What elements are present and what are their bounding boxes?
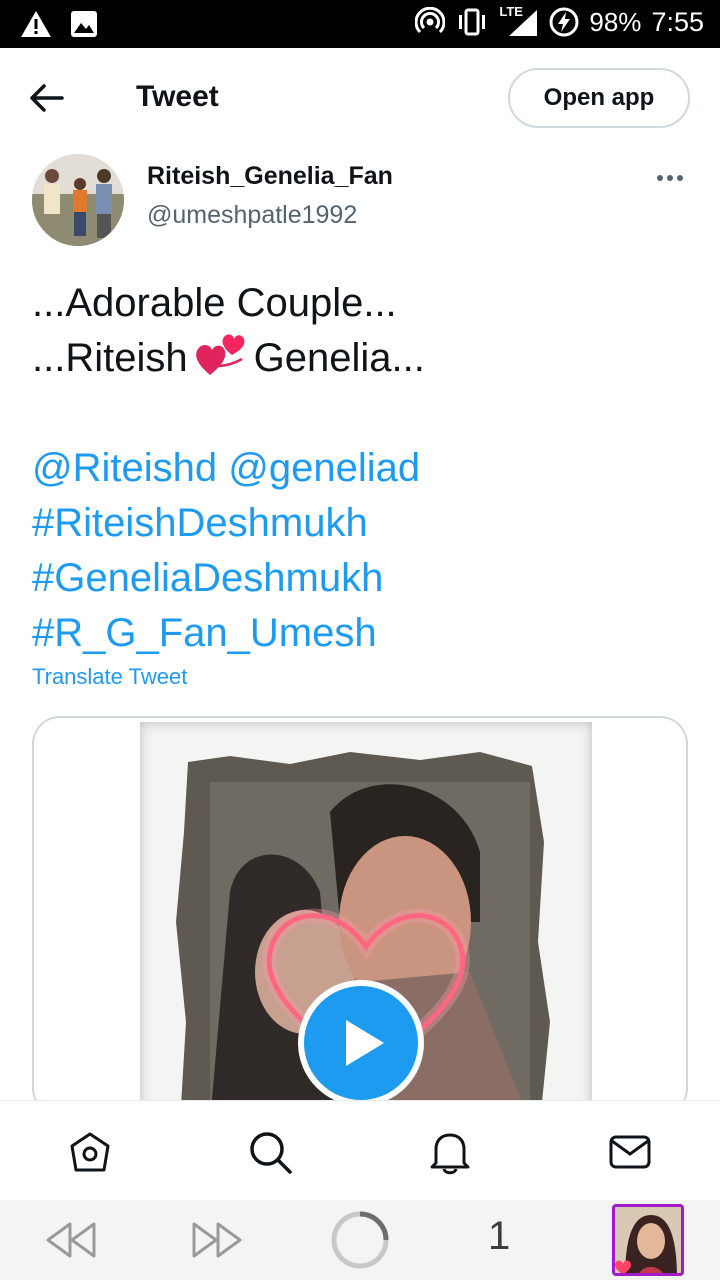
image-icon — [71, 11, 97, 37]
rewind-button[interactable] — [44, 1220, 98, 1265]
tweet-mentions: @Riteishd @geneliad — [32, 441, 692, 496]
page-title: Tweet — [136, 80, 219, 113]
mention-geneliad[interactable]: @geneliad — [228, 446, 420, 490]
tweet-line-1: ...Adorable Couple... — [32, 281, 397, 325]
notifications-icon — [430, 1133, 470, 1175]
tweet-text: ...Adorable Couple... ...Riteish Genelia… — [32, 276, 692, 661]
hashtag-rg-fan-umesh[interactable]: #R_G_Fan_Umesh — [32, 611, 377, 655]
top-header: Tweet Open app — [0, 48, 720, 148]
status-bar: LTE 98% 7:55 — [0, 0, 720, 48]
profile-avatar[interactable] — [612, 1204, 684, 1276]
author-handle[interactable]: @umeshpatle1992 — [147, 201, 357, 230]
profile-photo — [615, 1207, 681, 1273]
browser-toolbar: 1 — [0, 1200, 720, 1280]
nav-notifications[interactable] — [427, 1129, 473, 1175]
two-hearts-emoji-icon — [195, 334, 245, 375]
hashtag-genelia-deshmukh[interactable]: #GeneliaDeshmukh — [32, 556, 383, 600]
bottom-navigation — [0, 1100, 720, 1200]
mention-riteishd[interactable]: @Riteishd — [32, 446, 217, 490]
tweet-line-2-end: Genelia... — [253, 336, 425, 380]
home-icon — [70, 1132, 110, 1172]
loading-icon — [331, 1211, 389, 1269]
play-button[interactable] — [296, 978, 426, 1108]
avatar-photo — [32, 154, 124, 246]
nav-messages[interactable] — [607, 1129, 653, 1175]
hotspot-icon — [415, 7, 446, 34]
hashtag-line-2: #GeneliaDeshmukh — [32, 551, 692, 606]
back-button[interactable] — [28, 80, 68, 116]
hashtag-line-1: #RiteishDeshmukh — [32, 496, 692, 551]
fast-forward-icon — [192, 1222, 242, 1258]
battery-charging-icon — [549, 7, 579, 37]
ellipsis-icon — [657, 175, 683, 181]
tab-count[interactable]: 1 — [488, 1214, 510, 1259]
translate-tweet-link[interactable]: Translate Tweet — [32, 664, 187, 690]
battery-level: 98% — [589, 6, 642, 37]
more-options-button[interactable] — [650, 168, 690, 188]
vibrate-icon — [459, 8, 486, 36]
messages-icon — [609, 1135, 651, 1169]
author-avatar[interactable] — [32, 154, 124, 246]
nav-home[interactable] — [67, 1129, 113, 1175]
tweet-line-2-start: ...Riteish — [32, 336, 188, 380]
reload-button[interactable] — [330, 1210, 390, 1275]
warning-icon — [21, 11, 51, 37]
hashtag-line-3: #R_G_Fan_Umesh — [32, 606, 692, 661]
hashtag-riteish-deshmukh[interactable]: #RiteishDeshmukh — [32, 501, 368, 545]
tweet-line-2: ...Riteish Genelia... — [32, 331, 692, 386]
nav-search[interactable] — [247, 1129, 293, 1175]
rewind-icon — [46, 1222, 96, 1258]
clock: 7:55 — [651, 6, 704, 37]
author-name[interactable]: Riteish_Genelia_Fan — [147, 162, 393, 191]
open-app-button[interactable]: Open app — [508, 68, 690, 128]
play-icon — [298, 980, 424, 1106]
search-icon — [250, 1132, 292, 1174]
arrow-left-icon — [30, 84, 64, 112]
signal-icon: LTE — [499, 4, 539, 38]
fast-forward-button[interactable] — [190, 1220, 244, 1265]
